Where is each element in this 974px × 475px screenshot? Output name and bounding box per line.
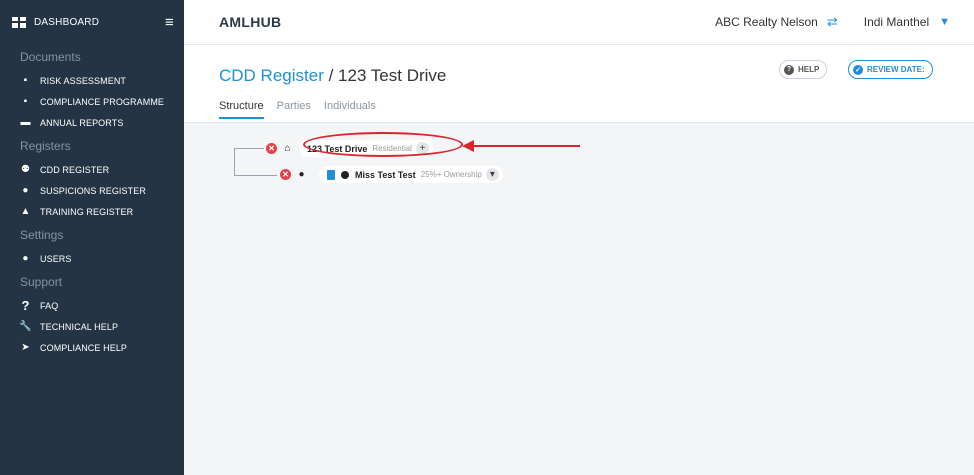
user-name: Indi Manthel <box>863 15 930 29</box>
annotation-arrow-line <box>470 145 580 147</box>
sidebar-item-label: RISK ASSESSMENT <box>40 75 127 86</box>
page-header: CDD Register / 123 Test Drive ? HELP ✓ R… <box>184 45 974 123</box>
sidebar-item-risk-assessment[interactable]: ▪ RISK ASSESSMENT <box>0 70 184 91</box>
tab-individuals[interactable]: Individuals <box>324 100 376 119</box>
sidebar-item-label: CDD REGISTER <box>40 164 110 175</box>
sidebar: DASHBOARD ≡ Documents ▪ RISK ASSESSMENT … <box>0 0 184 475</box>
individual-name: Miss Test Test <box>355 169 416 180</box>
tree-node-individual: ✕ ● Miss Test Test 25%+ Ownership ▾ <box>280 166 503 183</box>
sidebar-item-technical-help[interactable]: 🔧 TECHNICAL HELP <box>0 316 184 337</box>
sidebar-item-label: COMPLIANCE PROGRAMME <box>40 96 165 107</box>
sidebar-section-registers: Registers <box>20 139 71 153</box>
app-logo[interactable]: AMLHUB <box>219 14 281 30</box>
logo-hub-text: HUB <box>250 14 282 30</box>
sidebar-section-documents: Documents <box>20 50 81 64</box>
review-date-button[interactable]: ✓ REVIEW DATE: <box>848 60 933 79</box>
home-icon: ⌂ <box>284 143 291 154</box>
check-circle-icon: ✓ <box>853 64 863 75</box>
tab-bar: Structure Parties Individuals <box>219 100 389 119</box>
wrench-icon: 🔧 <box>19 321 32 332</box>
question-circle-icon: ? <box>784 64 794 75</box>
trash-icon[interactable]: ▾ <box>485 168 499 181</box>
sidebar-item-compliance-programme[interactable]: ▪ COMPLIANCE PROGRAMME <box>0 91 184 112</box>
sidebar-item-label: FAQ <box>40 300 59 311</box>
status-dot-icon <box>341 170 349 179</box>
breadcrumb-separator: / <box>323 66 339 85</box>
sidebar-item-label: TRAINING REGISTER <box>40 206 134 217</box>
topbar: AMLHUB ABC Realty Nelson ⇄ Indi Manthel … <box>184 0 974 45</box>
sidebar-item-users[interactable]: ● USERS <box>0 248 184 269</box>
menu-toggle-icon[interactable]: ≡ <box>165 14 174 31</box>
annotation-ellipse <box>303 132 463 157</box>
sidebar-section-settings: Settings <box>20 228 64 242</box>
sidebar-item-compliance-help[interactable]: ➤ COMPLIANCE HELP <box>0 337 184 358</box>
dashboard-icon <box>12 16 26 28</box>
individual-chip[interactable]: Miss Test Test 25%+ Ownership ▾ <box>319 166 503 183</box>
sidebar-item-label: USERS <box>40 253 72 264</box>
user-menu[interactable]: Indi Manthel ▼ <box>864 15 950 29</box>
breadcrumb-current: 123 Test Drive <box>338 66 447 85</box>
sidebar-item-suspicions-register[interactable]: ● SUSPICIONS REGISTER <box>0 180 184 201</box>
remove-icon[interactable]: ✕ <box>280 169 291 180</box>
sidebar-item-dashboard[interactable]: DASHBOARD <box>34 17 99 28</box>
sidebar-header: DASHBOARD ≡ <box>0 0 184 44</box>
org-switcher[interactable]: ABC Realty Nelson ⇄ <box>715 14 838 30</box>
help-button[interactable]: ? HELP <box>779 60 828 79</box>
sidebar-item-label: ANNUAL REPORTS <box>40 117 124 128</box>
sidebar-item-training-register[interactable]: ▲ TRAINING REGISTER <box>0 201 184 222</box>
edit-document-icon: ▪ <box>23 96 28 107</box>
logo-aml-text: AML <box>219 14 251 30</box>
swap-icon[interactable]: ⇄ <box>827 14 838 30</box>
tree-connector <box>234 148 264 149</box>
user-cog-icon: ● <box>22 253 29 264</box>
org-name: ABC Realty Nelson <box>715 15 818 29</box>
tab-structure[interactable]: Structure <box>219 100 264 119</box>
tree-connector <box>234 175 277 176</box>
tree-connector <box>234 148 235 175</box>
question-icon: ? <box>21 298 30 313</box>
user-secret-icon: ● <box>22 185 29 196</box>
remove-icon[interactable]: ✕ <box>266 143 277 154</box>
review-date-label: REVIEW DATE: <box>867 65 925 74</box>
sidebar-item-cdd-register[interactable]: ⚉ CDD REGISTER <box>0 159 184 180</box>
breadcrumb-cdd-register[interactable]: CDD Register <box>219 66 324 85</box>
document-icon: ▪ <box>23 75 28 86</box>
sidebar-item-label: TECHNICAL HELP <box>40 321 119 332</box>
briefcase-icon: ▬ <box>20 117 31 128</box>
individual-role: 25%+ Ownership <box>420 170 482 179</box>
sidebar-item-label: COMPLIANCE HELP <box>40 342 128 353</box>
sidebar-section-support: Support <box>20 275 63 289</box>
sidebar-item-annual-reports[interactable]: ▬ ANNUAL REPORTS <box>0 112 184 133</box>
help-label: HELP <box>798 65 820 74</box>
tab-parties[interactable]: Parties <box>277 100 311 119</box>
page-title: CDD Register / 123 Test Drive <box>219 66 446 86</box>
user-icon: ● <box>298 169 305 180</box>
sidebar-item-label: SUSPICIONS REGISTER <box>40 185 146 196</box>
chevron-down-icon[interactable]: ▼ <box>939 16 950 28</box>
sidebar-item-faq[interactable]: ? FAQ <box>0 295 184 316</box>
gavel-icon: ➤ <box>21 342 30 353</box>
document-icon <box>327 169 335 180</box>
graduation-cap-icon: ▲ <box>20 206 31 217</box>
users-icon: ⚉ <box>20 164 31 175</box>
